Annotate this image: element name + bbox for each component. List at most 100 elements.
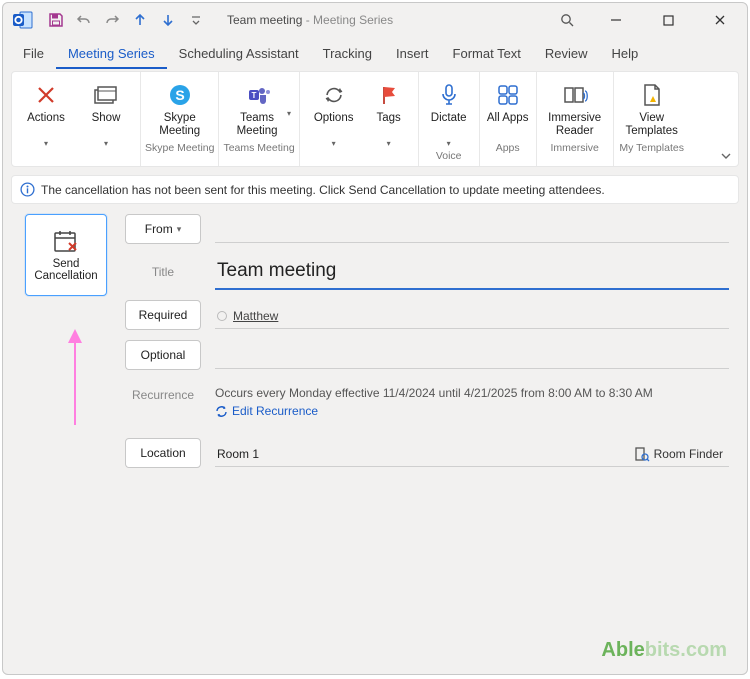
- tab-insert[interactable]: Insert: [384, 40, 441, 69]
- ribbon-group-immersive: Immersive Reader Immersive: [537, 72, 614, 166]
- tab-scheduling-assistant[interactable]: Scheduling Assistant: [167, 40, 311, 69]
- close-button[interactable]: [697, 5, 743, 35]
- ribbon-group-apps: All Apps Apps: [480, 72, 537, 166]
- actions-button[interactable]: Actions ▾: [16, 76, 76, 148]
- group-label-voice: Voice: [423, 148, 475, 164]
- next-item-button[interactable]: [155, 7, 181, 33]
- tab-meeting-series[interactable]: Meeting Series: [56, 40, 167, 69]
- refresh-icon: [215, 405, 228, 418]
- group-label-templates: My Templates: [618, 140, 686, 156]
- ribbon-tabs: File Meeting Series Scheduling Assistant…: [3, 37, 747, 69]
- ribbon-group-voice: Dictate ▾ Voice: [419, 72, 480, 166]
- immersive-reader-icon: [562, 80, 588, 110]
- ribbon-group-options-tags: Options ▾ Tags ▾: [300, 72, 419, 166]
- calendar-stack-icon: [93, 80, 119, 110]
- microphone-icon: [440, 80, 458, 110]
- chevron-down-icon: ▾: [332, 140, 336, 148]
- ribbon: Actions ▾ Show ▾ S Sky: [11, 71, 739, 167]
- group-label-immersive: Immersive: [541, 140, 609, 156]
- flag-icon: [379, 80, 399, 110]
- quick-access-toolbar: [43, 7, 209, 33]
- qat-customize-button[interactable]: [183, 7, 209, 33]
- svg-text:S: S: [175, 87, 184, 103]
- info-icon: [20, 182, 35, 197]
- dictate-button[interactable]: Dictate ▾: [423, 76, 475, 148]
- window-title-sep: -: [302, 13, 313, 27]
- title-value: Team meeting: [217, 260, 336, 284]
- location-button[interactable]: Location: [125, 438, 201, 468]
- titlebar: Team meeting - Meeting Series: [3, 3, 747, 37]
- undo-button[interactable]: [71, 7, 97, 33]
- location-value: Room 1: [217, 447, 259, 461]
- window-title-sub: Meeting Series: [313, 13, 393, 27]
- send-cancel-line1: Send: [34, 258, 97, 270]
- delete-icon: [35, 80, 57, 110]
- from-button[interactable]: From ▾: [125, 214, 201, 244]
- window-title-main: Team meeting: [227, 13, 302, 27]
- tab-tracking[interactable]: Tracking: [311, 40, 384, 69]
- window-title: Team meeting - Meeting Series: [227, 13, 393, 27]
- skype-meeting-button[interactable]: S Skype Meeting: [146, 76, 214, 140]
- watermark: Ablebits.com: [601, 639, 727, 662]
- from-value[interactable]: [215, 215, 729, 243]
- chevron-down-icon: ▾: [447, 140, 451, 148]
- redo-button[interactable]: [99, 7, 125, 33]
- edit-recurrence-link[interactable]: Edit Recurrence: [215, 404, 729, 418]
- optional-button[interactable]: Optional: [125, 340, 201, 370]
- infobar: The cancellation has not been sent for t…: [11, 175, 739, 204]
- title-label: Title: [125, 265, 201, 279]
- group-label-teams: Teams Meeting: [223, 140, 294, 156]
- chevron-down-icon: ▾: [104, 140, 108, 148]
- presence-icon: [217, 311, 227, 321]
- save-button[interactable]: [43, 7, 69, 33]
- options-button[interactable]: Options ▾: [304, 76, 364, 148]
- apps-grid-icon: [497, 80, 519, 110]
- svg-text:T: T: [252, 91, 257, 100]
- all-apps-button[interactable]: All Apps: [484, 76, 532, 140]
- view-templates-button[interactable]: View Templates: [618, 76, 686, 140]
- previous-item-button[interactable]: [127, 7, 153, 33]
- tab-help[interactable]: Help: [600, 40, 651, 69]
- teams-meeting-button[interactable]: T Teams Meeting ▾: [225, 76, 293, 140]
- skype-icon: S: [167, 80, 193, 110]
- chevron-down-icon: ▾: [177, 224, 182, 235]
- ribbon-expand-button[interactable]: [720, 150, 732, 162]
- group-label-skype: Skype Meeting: [145, 140, 214, 156]
- location-input[interactable]: Room 1 Room Finder: [215, 439, 729, 467]
- teams-icon: T: [246, 80, 272, 110]
- tab-file[interactable]: File: [11, 40, 56, 69]
- chevron-down-icon: ▾: [44, 140, 48, 148]
- send-cancellation-button[interactable]: Send Cancellation: [25, 214, 107, 296]
- outlook-window: Team meeting - Meeting Series File Meeti…: [2, 2, 748, 675]
- required-input[interactable]: Matthew: [215, 301, 729, 329]
- optional-input[interactable]: [215, 341, 729, 369]
- meeting-form: Send Cancellation From ▾ Title Team meet…: [25, 214, 729, 468]
- templates-icon: [641, 80, 663, 110]
- send-cancel-line2: Cancellation: [34, 270, 97, 282]
- infobar-text: The cancellation has not been sent for t…: [41, 183, 605, 197]
- tab-review[interactable]: Review: [533, 40, 600, 69]
- group-label-apps: Apps: [484, 140, 532, 156]
- show-button[interactable]: Show ▾: [76, 76, 136, 148]
- tags-button[interactable]: Tags ▾: [364, 76, 414, 148]
- ribbon-group-teams: T Teams Meeting ▾ Teams Meeting: [219, 72, 299, 166]
- maximize-button[interactable]: [645, 5, 691, 35]
- recurrence-text: Occurs every Monday effective 11/4/2024 …: [215, 386, 729, 400]
- ribbon-group-templates: View Templates My Templates: [614, 72, 690, 166]
- ribbon-group-skype: S Skype Meeting Skype Meeting: [141, 72, 219, 166]
- ribbon-group-actions-show: Actions ▾ Show ▾: [12, 72, 141, 166]
- required-button[interactable]: Required: [125, 300, 201, 330]
- attendee-chip[interactable]: Matthew: [233, 309, 278, 323]
- outlook-icon: [11, 8, 35, 32]
- chevron-down-icon: ▾: [387, 140, 391, 148]
- room-finder-icon: [634, 446, 650, 462]
- tab-format-text[interactable]: Format Text: [441, 40, 533, 69]
- calendar-cancel-icon: [52, 228, 80, 254]
- search-button[interactable]: [547, 5, 587, 35]
- immersive-reader-button[interactable]: Immersive Reader: [541, 76, 609, 140]
- recurrence-label: Recurrence: [125, 386, 201, 402]
- title-input[interactable]: Team meeting: [215, 254, 729, 290]
- room-finder-button[interactable]: Room Finder: [634, 446, 727, 462]
- recurrence-icon: [322, 80, 346, 110]
- minimize-button[interactable]: [593, 5, 639, 35]
